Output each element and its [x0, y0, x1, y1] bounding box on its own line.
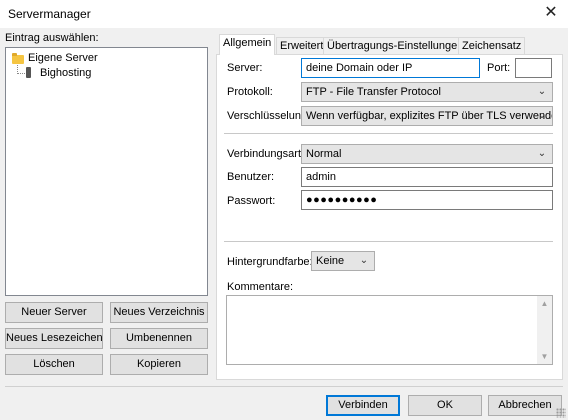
tab-general[interactable]: Allgemein — [219, 34, 276, 55]
separator — [5, 386, 563, 387]
password-input[interactable]: ●●●●●●●●●● — [301, 190, 553, 210]
logon-type-select[interactable]: Normal ⌄ — [301, 144, 553, 164]
encryption-select[interactable]: Wenn verfügbar, explizites FTP über TLS … — [301, 106, 553, 126]
comments-textarea[interactable]: ▲ ▼ — [226, 295, 553, 365]
protocol-select[interactable]: FTP - File Transfer Protocol ⌄ — [301, 82, 553, 102]
server-tree[interactable]: Eigene Server Bighosting — [5, 47, 208, 296]
comments-scrollbar[interactable]: ▲ ▼ — [537, 296, 552, 364]
separator — [224, 133, 553, 134]
bgcolor-select[interactable]: Keine ⌄ — [311, 251, 375, 271]
user-label: Benutzer: — [227, 171, 275, 183]
chevron-down-icon: ⌄ — [359, 255, 369, 266]
scroll-down-icon[interactable]: ▼ — [537, 349, 552, 364]
protocol-label: Protokoll: — [227, 86, 273, 98]
tree-item-bighosting[interactable]: Bighosting — [40, 66, 91, 80]
chevron-down-icon: ⌄ — [537, 110, 547, 121]
tab-charset[interactable]: Zeichensatz — [458, 37, 526, 55]
chevron-down-icon: ⌄ — [537, 86, 547, 97]
password-label: Passwort: — [227, 195, 276, 207]
close-icon[interactable]: ✕ — [534, 0, 568, 28]
copy-button[interactable]: Kopieren — [110, 354, 208, 375]
comments-label: Kommentare: — [227, 281, 294, 293]
resize-grip-icon[interactable] — [556, 408, 566, 418]
logon-type-value: Normal — [306, 148, 342, 160]
chevron-down-icon: ⌄ — [537, 148, 547, 159]
select-entry-label: Eintrag auswählen: — [5, 32, 99, 44]
rename-button[interactable]: Umbenennen — [110, 328, 208, 349]
port-input[interactable] — [515, 58, 552, 78]
new-folder-button[interactable]: Neues Verzeichnis — [110, 302, 208, 323]
new-bookmark-button[interactable]: Neues Lesezeichen — [5, 328, 103, 349]
bgcolor-value: Keine — [316, 255, 345, 267]
logon-type-label: Verbindungsart: — [227, 148, 305, 160]
server-input[interactable]: deine Domain oder IP — [301, 58, 480, 78]
encryption-label: Verschlüsselung: — [227, 110, 311, 122]
user-input[interactable]: admin — [301, 167, 553, 187]
scroll-up-icon[interactable]: ▲ — [537, 296, 552, 311]
delete-button[interactable]: Löschen — [5, 354, 103, 375]
encryption-value: Wenn verfügbar, explizites FTP über TLS … — [306, 110, 553, 122]
tab-advanced[interactable]: Erweitert — [276, 37, 328, 55]
tab-transfer-settings[interactable]: Übertragungs-Einstellungen — [323, 37, 468, 55]
server-label: Server: — [227, 62, 263, 74]
bgcolor-label: Hintergrundfarbe: — [227, 256, 313, 268]
tree-connector — [17, 73, 25, 74]
title-bar: Servermanager ✕ — [0, 0, 568, 28]
port-label: Port: — [487, 62, 511, 74]
folder-icon — [12, 53, 24, 64]
cancel-button[interactable]: Abbrechen — [488, 395, 562, 416]
tree-item-eigene-server[interactable]: Eigene Server — [28, 51, 98, 65]
protocol-value: FTP - File Transfer Protocol — [306, 86, 441, 98]
server-icon — [26, 67, 31, 78]
new-server-button[interactable]: Neuer Server — [5, 302, 103, 323]
separator — [224, 241, 553, 242]
ok-button[interactable]: OK — [408, 395, 482, 416]
connect-button[interactable]: Verbinden — [326, 395, 400, 416]
window-title: Servermanager — [8, 7, 91, 21]
